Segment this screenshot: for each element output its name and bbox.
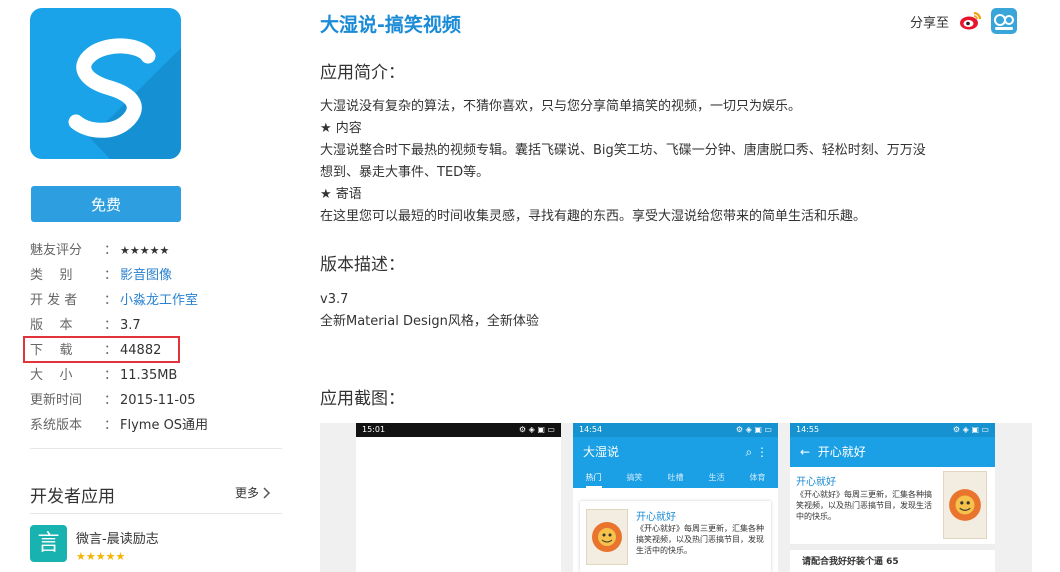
app-icon xyxy=(30,8,181,159)
info-key: 版 本 xyxy=(30,318,73,333)
card-thumbnail xyxy=(943,471,987,539)
info-row: 开 发 者 ：小淼龙工作室 xyxy=(30,288,282,313)
app-detail-page: 免费 魅友评分： ★★★★★ 类 别：影音图像开 发 者：小淼龙工作室版 本： 3.7… xyxy=(0,0,1060,572)
screenshot-gallery[interactable]: 15:01 ⚙ ◈ ▣ ▭ 14:54 ⚙ ◈ ▣ ▭ 大湿说 ⌕ ⋮ 热门 搞笑… xyxy=(320,423,1032,572)
info-value: 11.35MB xyxy=(120,368,178,383)
info-key: 更新时间 xyxy=(30,393,83,408)
shot-tab: 搞笑 xyxy=(626,473,643,482)
rating-stars: ★★★★★ xyxy=(120,244,170,257)
app-main: 大湿说-搞笑视频 分享至 应用简介： 大湿说没有复杂的算法，不猜你喜欢，只与您分… xyxy=(320,0,1032,572)
info-separator: ： xyxy=(104,368,118,383)
status-time: 14:55 xyxy=(796,425,820,434)
info-value[interactable]: 影音图像 xyxy=(120,263,172,288)
chevron-right-icon xyxy=(263,486,271,499)
shot-tab: 热门 xyxy=(585,467,602,488)
shot-appbar: 大湿说 ⌕ ⋮ xyxy=(573,437,778,467)
info-key: 魅友评分 xyxy=(30,243,83,258)
shot-tab: 体育 xyxy=(749,473,766,482)
info-separator: ： xyxy=(104,243,118,258)
intro-line: 大湿说没有复杂的算法，不猜你喜欢，只与您分享简单搞笑的视频，一切只为娱乐。 xyxy=(320,99,802,114)
intro-line: 在这里您可以最短的时间收集灵感，寻找有趣的东西。享受大湿说给您带来的简单生活和乐… xyxy=(320,209,867,224)
info-separator: ： xyxy=(104,268,118,283)
share-label: 分享至 xyxy=(910,15,950,31)
shot-tab: 生活 xyxy=(708,473,725,482)
version-line: v3.7 xyxy=(320,292,349,307)
info-key: 系统版本 xyxy=(30,418,83,433)
divider xyxy=(790,544,995,550)
download-highlight-box xyxy=(23,336,180,363)
more-link[interactable]: 更多 xyxy=(235,484,271,501)
intro-line: ★ 寄语 xyxy=(320,187,362,202)
info-separator: ： xyxy=(104,318,118,333)
card-text: 《开心就好》每周三更新，汇集各种搞笑视频，以及热门恶搞节目，发现生活中的快乐。 xyxy=(636,524,764,555)
status-bar: 15:01 ⚙ ◈ ▣ ▭ xyxy=(356,423,561,437)
status-bar: 14:54 ⚙ ◈ ▣ ▭ xyxy=(573,423,778,437)
info-row: 类 别 ：影音图像 xyxy=(30,263,282,288)
shot-tab: 吐槽 xyxy=(667,473,684,482)
shot-search-icon: ⌕ ⋮ xyxy=(745,445,768,459)
more-label: 更多 xyxy=(235,486,260,500)
screenshot-1[interactable]: 15:01 ⚙ ◈ ▣ ▭ xyxy=(356,423,561,572)
status-icons: ⚙ ◈ ▣ ▭ xyxy=(518,425,555,434)
shot-appbar: ← 开心就好 xyxy=(790,437,995,467)
screenshot-2[interactable]: 14:54 ⚙ ◈ ▣ ▭ 大湿说 ⌕ ⋮ 热门 搞笑 吐槽 生活 体育 开心就好 《开… xyxy=(573,423,778,572)
info-key: 开 发 者 xyxy=(30,293,78,308)
info-row: 大 小 ： 11.35MB xyxy=(30,363,282,388)
weibo-share-icon[interactable] xyxy=(957,8,984,34)
info-value: Flyme OS通用 xyxy=(120,418,209,433)
info-key: 大 小 xyxy=(30,368,73,383)
app-title: 大湿说-搞笑视频 xyxy=(320,14,461,36)
shot-appbar-title: 开心就好 xyxy=(817,445,866,459)
divider xyxy=(30,448,282,449)
info-separator: ： xyxy=(104,418,118,433)
intro-line: 想到、暴走大事件、TED等。 xyxy=(320,165,490,180)
info-value: 2015-11-05 xyxy=(120,393,196,408)
version-line: 全新Material Design风格，全新体验 xyxy=(320,314,539,329)
info-key: 类 别 xyxy=(30,268,73,283)
card-thumbnail xyxy=(586,509,628,565)
free-download-button[interactable]: 免费 xyxy=(31,186,181,222)
intro-text: 大湿说没有复杂的算法，不猜你喜欢，只与您分享简单搞笑的视频，一切只为娱乐。 ★ 内… xyxy=(320,96,1025,228)
info-value: 3.7 xyxy=(120,318,141,333)
developer-apps-title: 开发者应用 xyxy=(30,487,115,507)
info-row: 版 本 ： 3.7 xyxy=(30,313,282,338)
shot-list-item: 请配合我好好装个逼 65 xyxy=(802,557,899,567)
s-logo-icon xyxy=(68,38,181,159)
developer-app-icon[interactable]: 言 xyxy=(30,525,67,562)
info-value[interactable]: 小淼龙工作室 xyxy=(120,288,198,313)
info-row: 魅友评分 ： ★★★★★ xyxy=(30,238,282,263)
status-time: 15:01 xyxy=(362,425,386,434)
shot-card: 开心就好 《开心就好》每周三更新，汇集各种搞笑视频，以及热门恶搞节目，发现生活中… xyxy=(580,501,771,572)
info-separator: ： xyxy=(104,393,118,408)
developer-app-name[interactable]: 微言-晨读励志 xyxy=(76,528,159,547)
status-time: 14:54 xyxy=(579,425,603,434)
status-icons: ⚙ ◈ ▣ ▭ xyxy=(735,425,772,434)
app-sidebar: 免费 魅友评分： ★★★★★ 类 别：影音图像开 发 者：小淼龙工作室版 本： 3.7… xyxy=(23,0,282,572)
card-title: 开心就好 xyxy=(796,477,836,488)
status-icons: ⚙ ◈ ▣ ▭ xyxy=(952,425,989,434)
screenshot-3[interactable]: 14:55 ⚙ ◈ ▣ ▭ ← 开心就好 开心就好 《开心就好》每周三更新，汇集… xyxy=(790,423,995,572)
card-text: 《开心就好》每周三更新，汇集各种搞笑视频，以及热门恶搞节目，发现生活中的快乐。 xyxy=(796,490,932,521)
screenshots-title: 应用截图： xyxy=(320,389,405,409)
version-title: 版本描述： xyxy=(320,255,405,275)
intro-line: 大湿说整合时下最热的视频专辑。囊括飞碟说、Big笑工坊、飞碟一分钟、唐唐脱口秀、… xyxy=(320,143,926,158)
tencent-weibo-share-icon[interactable] xyxy=(991,8,1018,34)
card-title: 开心就好 xyxy=(636,512,676,523)
shot-appbar-title: 大湿说 xyxy=(583,445,620,459)
version-text: v3.7 全新Material Design风格，全新体验 xyxy=(320,289,539,333)
developer-app-rating: ★★★★★ xyxy=(76,550,126,563)
back-arrow-icon: ← xyxy=(800,445,818,459)
info-separator: ： xyxy=(104,293,118,308)
shot-tabs: 热门 搞笑 吐槽 生活 体育 xyxy=(573,467,778,488)
intro-title: 应用简介： xyxy=(320,63,405,83)
info-row: 系统版本 ： Flyme OS通用 xyxy=(30,413,282,438)
info-row: 更新时间 ： 2015-11-05 xyxy=(30,388,282,413)
shot-appbar-left: ← 开心就好 xyxy=(800,437,866,467)
intro-line: ★ 内容 xyxy=(320,121,362,136)
share-bar: 分享至 xyxy=(910,8,1018,34)
divider xyxy=(30,513,282,514)
status-bar: 14:55 ⚙ ◈ ▣ ▭ xyxy=(790,423,995,437)
